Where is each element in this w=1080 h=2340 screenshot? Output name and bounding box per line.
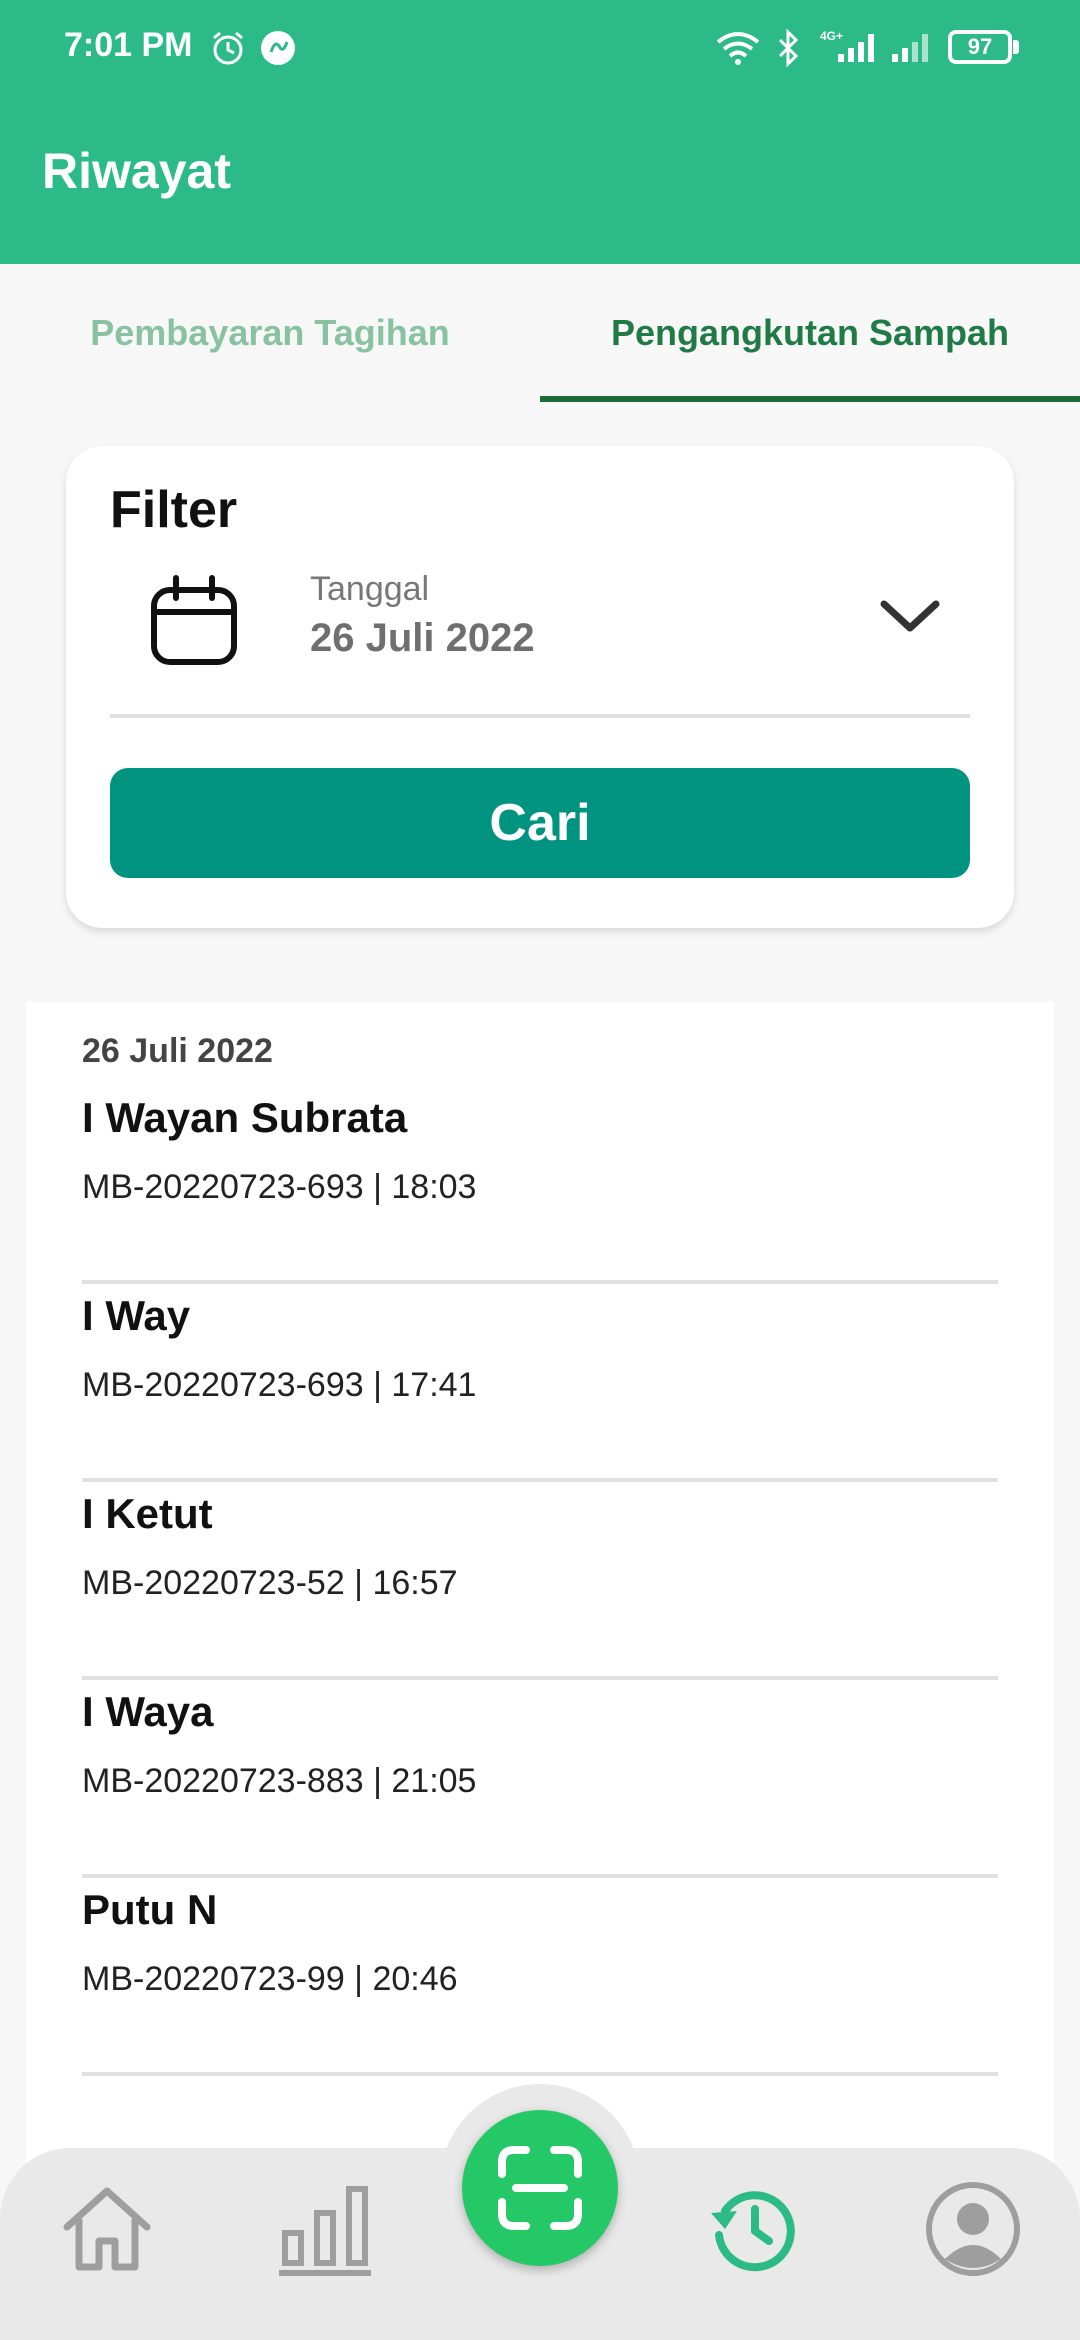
tab-active-indicator — [540, 396, 1080, 402]
item-meta: MB-20220723-693 | 17:41 — [82, 1366, 477, 1404]
chevron-down-icon[interactable] — [878, 596, 942, 636]
chart-icon — [279, 2186, 371, 2276]
alarm-icon — [213, 31, 243, 65]
list-date-header: 26 Juli 2022 — [82, 1032, 273, 1070]
item-meta: MB-20220723-693 | 18:03 — [82, 1168, 477, 1206]
calendar-icon — [151, 575, 237, 665]
page-title: Riwayat — [42, 143, 231, 199]
flip-app-icon — [261, 31, 295, 65]
nav-stats[interactable] — [270, 2174, 380, 2284]
profile-icon — [926, 2182, 1020, 2276]
item-meta: MB-20220723-883 | 21:05 — [82, 1762, 477, 1800]
nav-history[interactable] — [700, 2174, 810, 2284]
scan-icon — [498, 2146, 582, 2230]
date-label: Tanggal — [310, 570, 430, 608]
item-meta: MB-20220723-52 | 16:57 — [82, 1564, 458, 1602]
filter-title: Filter — [110, 481, 238, 539]
item-name: Putu N — [82, 1886, 218, 1933]
nav-home[interactable] — [52, 2174, 162, 2284]
tab-bar: Pembayaran Tagihan Pengangkutan Sampah — [0, 264, 1080, 402]
item-meta: MB-20220723-99 | 20:46 — [82, 1960, 458, 1998]
battery-icon: 97 — [948, 30, 1012, 64]
app-bar: Riwayat — [0, 100, 1080, 264]
status-bar: 7:01 PM 4G+ 97 — [0, 0, 1080, 100]
item-name: I Wayan Subrata — [82, 1094, 408, 1141]
list-item[interactable]: I Waya MB-20220723-883 | 21:05 — [82, 1680, 998, 1878]
nav-profile[interactable] — [918, 2174, 1028, 2284]
home-icon — [63, 2187, 151, 2271]
history-icon — [711, 2191, 795, 2272]
date-field-underline — [110, 714, 970, 718]
list-item[interactable]: I Way MB-20220723-693 | 17:41 — [82, 1284, 998, 1482]
item-name: I Ketut — [82, 1490, 213, 1537]
item-name: I Waya — [82, 1688, 214, 1735]
list-item[interactable]: I Ketut MB-20220723-52 | 16:57 — [82, 1482, 998, 1680]
bluetooth-icon — [778, 28, 799, 68]
signal-4g-icon: 4G+ — [820, 29, 874, 62]
list-item[interactable]: I Wayan Subrata MB-20220723-693 | 18:03 — [82, 1086, 998, 1284]
wifi-icon — [716, 32, 760, 65]
date-picker-value[interactable]: 26 Juli 2022 — [310, 616, 535, 661]
tab-pengangkutan-sampah[interactable]: Pengangkutan Sampah — [540, 264, 1080, 402]
list-item[interactable]: Putu N MB-20220723-99 | 20:46 — [82, 1878, 998, 2076]
filter-card: Filter Tanggal 26 Juli 2022 Cari — [66, 446, 1014, 928]
battery-tip — [1013, 40, 1019, 54]
search-button[interactable]: Cari — [110, 768, 970, 878]
item-name: I Way — [82, 1292, 191, 1339]
svg-text:4G+: 4G+ — [820, 29, 843, 43]
signal-icon — [892, 34, 928, 62]
scan-button[interactable] — [462, 2110, 618, 2266]
tab-pembayaran-tagihan[interactable]: Pembayaran Tagihan — [0, 264, 540, 402]
status-time: 7:01 PM — [64, 26, 193, 64]
